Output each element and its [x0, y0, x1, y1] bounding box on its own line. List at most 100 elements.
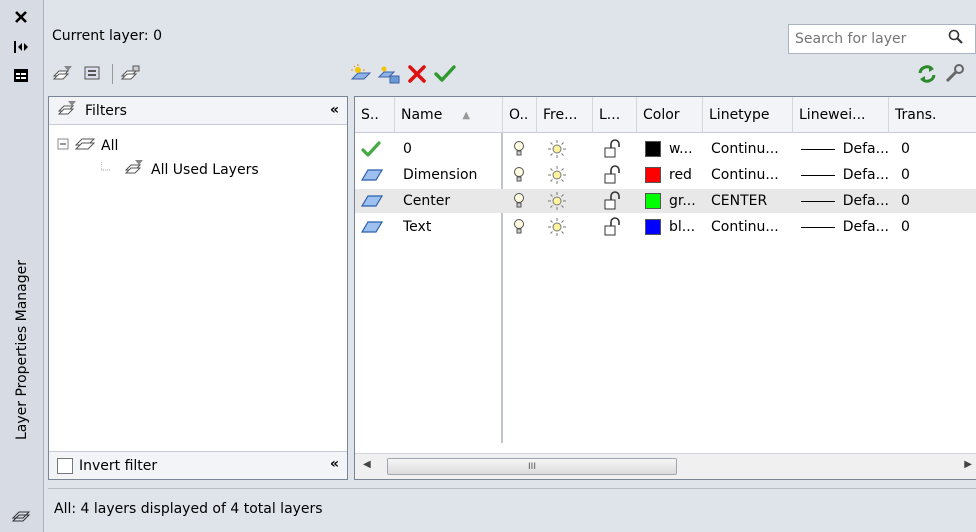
sun-icon[interactable]: [547, 189, 567, 213]
col-on[interactable]: O..: [503, 97, 537, 133]
used-layers-filter-icon: [124, 159, 145, 181]
layer-transparency[interactable]: 0: [901, 215, 941, 239]
scroll-thumb[interactable]: III: [387, 458, 677, 475]
lightbulb-icon[interactable]: [513, 189, 525, 213]
status-text: All: 4 layers displayed of 4 total layer…: [54, 500, 323, 517]
new-group-filter-icon[interactable]: [82, 63, 104, 85]
search-icon[interactable]: [941, 29, 971, 49]
layers-stack-icon: [10, 504, 32, 526]
layers-grid: S.. Name ▲ O.. Fre... L... Color Linetype…: [354, 96, 976, 480]
palette-title: Layer Properties Manager: [14, 259, 30, 441]
invert-filter-label: Invert filter: [79, 457, 158, 474]
layer-status-icon: [361, 189, 391, 213]
layer-name[interactable]: 0: [403, 137, 501, 161]
status-bar: All: 4 layers displayed of 4 total layer…: [48, 488, 976, 528]
new-layer-button[interactable]: [350, 63, 372, 85]
layer-linetype[interactable]: Continu...: [711, 137, 793, 161]
current-layer-check-icon: [361, 137, 391, 161]
tree-item-label: All Used Layers: [151, 162, 259, 178]
filters-panel: Filters « All All Used Layers Invert fil…: [48, 96, 348, 480]
sun-icon[interactable]: [547, 163, 567, 187]
layer-linetype[interactable]: Continu...: [711, 215, 793, 239]
tree-item-label: All: [101, 138, 119, 154]
col-color[interactable]: Color: [637, 97, 703, 133]
padlock-open-icon[interactable]: [603, 163, 623, 187]
layer-status-icon: [361, 215, 391, 239]
sort-ascending-icon: ▲: [462, 109, 471, 121]
layer-row[interactable]: Dimension red Continu... Defa... 0: [355, 163, 976, 187]
col-transparency[interactable]: Trans.: [889, 97, 976, 133]
invert-filter-checkbox[interactable]: [57, 457, 73, 474]
set-current-button[interactable]: [434, 63, 456, 85]
expand-minus-icon[interactable]: [57, 138, 69, 154]
color-swatch: [645, 193, 661, 209]
settings-wrench-button[interactable]: [944, 63, 966, 85]
layer-lineweight[interactable]: Defa...: [801, 189, 889, 213]
scroll-left-icon[interactable]: ◀: [363, 459, 371, 470]
horizontal-scrollbar[interactable]: ◀ III ▶: [355, 453, 976, 479]
layer-name[interactable]: Dimension: [403, 163, 501, 187]
color-swatch: [645, 219, 661, 235]
col-status[interactable]: S..: [355, 97, 395, 133]
lightbulb-icon[interactable]: [513, 163, 525, 187]
layer-color[interactable]: w...: [645, 137, 701, 161]
padlock-open-icon[interactable]: [603, 215, 623, 239]
lightbulb-icon[interactable]: [513, 137, 525, 161]
col-name[interactable]: Name ▲: [395, 97, 503, 133]
layer-transparency[interactable]: 0: [901, 137, 941, 161]
tree-item-all-used-layers[interactable]: All Used Layers: [101, 159, 259, 181]
refresh-button[interactable]: [916, 63, 938, 85]
color-swatch: [645, 141, 661, 157]
layer-lineweight[interactable]: Defa...: [801, 215, 889, 239]
sun-icon[interactable]: [547, 137, 567, 161]
padlock-open-icon[interactable]: [603, 189, 623, 213]
col-freeze[interactable]: Fre...: [537, 97, 593, 133]
new-vp-frozen-layer-button[interactable]: [378, 63, 400, 85]
current-layer-label: Current layer: 0: [52, 28, 162, 44]
layer-color[interactable]: bl...: [645, 215, 701, 239]
col-lineweight[interactable]: Linewei...: [793, 97, 889, 133]
toolbar: [44, 56, 976, 90]
col-lock[interactable]: L...: [593, 97, 637, 133]
scroll-right-icon[interactable]: ▶: [964, 459, 972, 470]
tree-item-all[interactable]: All: [57, 135, 118, 157]
layer-linetype[interactable]: CENTER: [711, 189, 793, 213]
properties-icon[interactable]: [10, 64, 32, 86]
layer-name[interactable]: Text: [403, 215, 501, 239]
layer-linetype[interactable]: Continu...: [711, 163, 793, 187]
search-box[interactable]: [788, 24, 976, 54]
lightbulb-icon[interactable]: [513, 215, 525, 239]
layer-row[interactable]: Text bl... Continu... Defa... 0: [355, 215, 976, 239]
filters-footer: Invert filter «: [49, 451, 347, 479]
layer-status-icon: [361, 163, 391, 187]
layer-transparency[interactable]: 0: [901, 189, 941, 213]
layer-row[interactable]: Center gr... CENTER Defa... 0: [355, 189, 976, 213]
layer-lineweight[interactable]: Defa...: [801, 137, 889, 161]
collapse-filters-bottom-icon[interactable]: «: [330, 456, 339, 472]
layer-states-manager-icon[interactable]: [120, 63, 142, 85]
layer-color[interactable]: gr...: [645, 189, 701, 213]
filters-header: Filters «: [49, 97, 347, 125]
all-layers-filter-icon: [74, 135, 97, 157]
grid-header: S.. Name ▲ O.. Fre... L... Color Linetype…: [355, 97, 976, 133]
filters-icon: [57, 100, 77, 122]
color-swatch: [645, 167, 661, 183]
collapse-filters-icon[interactable]: «: [330, 102, 339, 118]
layer-row[interactable]: 0 w... Continu... Defa... 0: [355, 137, 976, 161]
new-property-filter-icon[interactable]: [52, 63, 74, 85]
layer-transparency[interactable]: 0: [901, 163, 941, 187]
layer-manager-main: Current layer: 0 Search for layer Filter…: [44, 0, 976, 532]
close-icon[interactable]: [10, 6, 32, 28]
current-layer-row: Current layer: 0: [44, 20, 976, 56]
search-input[interactable]: [789, 31, 941, 47]
delete-layer-button[interactable]: [406, 63, 428, 85]
sun-icon[interactable]: [547, 215, 567, 239]
auto-hide-icon[interactable]: [10, 36, 32, 58]
layer-name[interactable]: Center: [403, 189, 501, 213]
palette-title-strip: Layer Properties Manager: [0, 0, 44, 532]
layer-color[interactable]: red: [645, 163, 701, 187]
padlock-open-icon[interactable]: [603, 137, 623, 161]
col-linetype[interactable]: Linetype: [703, 97, 793, 133]
filters-label: Filters: [85, 102, 127, 119]
layer-lineweight[interactable]: Defa...: [801, 163, 889, 187]
